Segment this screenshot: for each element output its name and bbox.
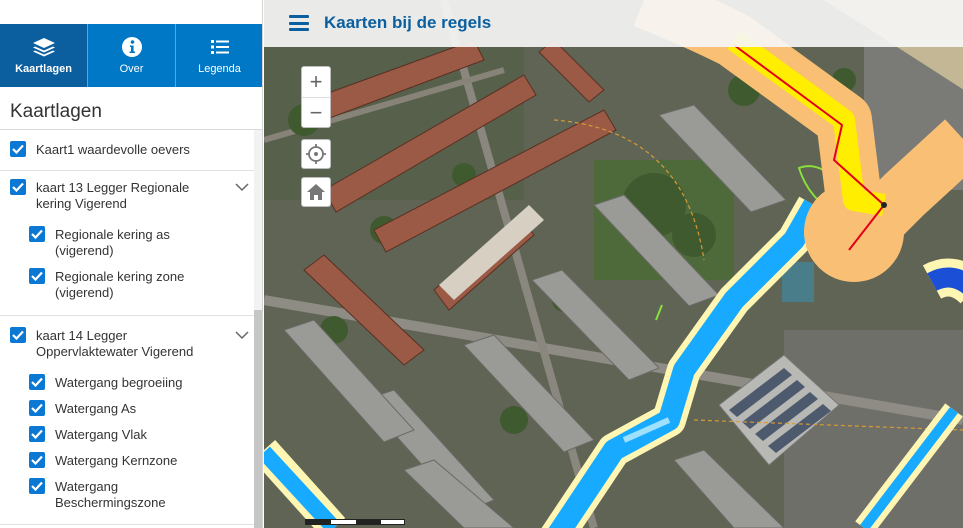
tab-legenda-label: Legenda [198,63,241,75]
layer-label-kaart13-line2: kering Vigerend [36,196,127,211]
tab-over[interactable]: Over [87,24,175,87]
layer-label-kaart14-line1: kaart 14 Legger [36,328,128,343]
panel-tabbar: Kaartlagen Over Legenda [0,24,262,87]
home-icon [307,184,325,200]
info-icon [120,36,144,58]
locate-crosshair-icon [306,144,326,164]
layer-label-watergang-vlak: Watergang Vlak [55,427,148,442]
app-header: Kaarten bij de regels [264,0,963,47]
chevron-down-icon[interactable] [234,179,250,195]
sublayer-line2: (vigerend) [55,285,114,300]
layer-divider [0,170,262,171]
map-scalebar [305,519,405,525]
panel-title: Kaartlagen [10,101,102,122]
sublayer-line2: Beschermingszone [55,495,166,510]
checkbox-watergang-begroeiing[interactable] [29,374,45,390]
layer-label-regionale-kering-zone: Regionale kering zone (vigerend) [55,269,245,301]
panel-scrollbar-thumb[interactable] [254,310,262,528]
zoom-in-button[interactable]: + [302,67,330,97]
sublayer-line2: (vigerend) [55,243,114,258]
layer-label-kaart13: kaart 13 Legger Regionale kering Vigeren… [36,180,226,212]
layers-icon [32,36,56,58]
panel-divider [0,129,262,130]
locate-button[interactable] [301,139,331,169]
layer-label-kaart1: Kaart1 waardevolle oevers [36,142,190,157]
checkbox-kaart13[interactable] [10,179,26,195]
sublayer-line1: Regionale kering zone [55,269,185,284]
layer-label-kaart14: kaart 14 Legger Oppervlaktewater Vigeren… [36,328,226,360]
layer-label-regionale-kering-as: Regionale kering as (vigerend) [55,227,245,259]
list-icon [208,36,232,58]
layer-divider [0,315,262,316]
layer-divider [0,524,262,525]
panel-top-strip [0,0,262,24]
layer-label-kaart13-line1: kaart 13 Legger Regionale [36,180,190,195]
checkbox-watergang-as[interactable] [29,400,45,416]
layer-label-watergang-kernzone: Watergang Kernzone [55,453,178,468]
checkbox-kaart14[interactable] [10,327,26,343]
tab-legenda[interactable]: Legenda [175,24,262,87]
layer-label-kaart14-line2: Oppervlaktewater Vigerend [36,344,194,359]
app-title: Kaarten bij de regels [324,13,492,32]
tab-kaartlagen-label: Kaartlagen [15,63,72,75]
checkbox-kaart1[interactable] [10,141,26,157]
checkbox-watergang-vlak[interactable] [29,426,45,442]
layer-label-watergang-beschermingszone: Watergang Beschermingszone [55,479,245,511]
checkbox-regionale-kering-zone[interactable] [29,268,45,284]
layer-label-watergang-begroeiing: Watergang begroeiing [55,375,183,390]
zoom-out-button[interactable]: − [302,97,330,127]
sublayer-line1: Regionale kering as [55,227,170,242]
checkbox-watergang-beschermingszone[interactable] [29,478,45,494]
tab-over-label: Over [119,63,144,75]
map-view[interactable]: Kaarten bij de regels + − [264,0,963,528]
home-button[interactable] [301,177,331,207]
aerial-map-imagery [264,0,963,528]
chevron-down-icon[interactable] [234,327,250,343]
layer-panel: Kaartlagen Over Legenda Kaartlagen Kaart… [0,0,263,528]
zoom-control: + − [301,66,331,128]
hamburger-menu-icon[interactable] [289,15,309,31]
checkbox-watergang-kernzone[interactable] [29,452,45,468]
tab-kaartlagen[interactable]: Kaartlagen [0,24,87,87]
sublayer-line1: Watergang [55,479,119,494]
checkbox-regionale-kering-as[interactable] [29,226,45,242]
layer-label-watergang-as: Watergang As [55,401,137,416]
